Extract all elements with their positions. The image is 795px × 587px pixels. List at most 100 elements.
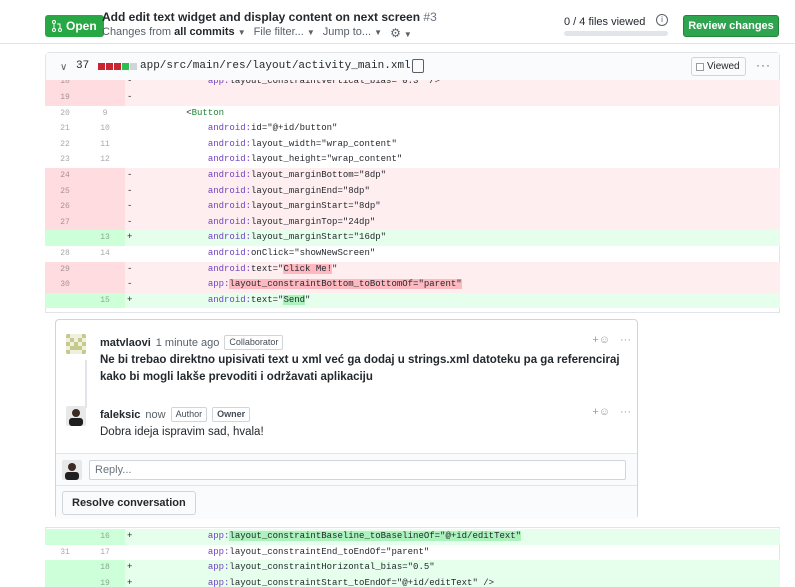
- new-line-number[interactable]: 15: [85, 292, 125, 309]
- new-line-number[interactable]: 14: [85, 245, 125, 262]
- old-line-number[interactable]: [45, 575, 85, 587]
- code-text: app:layout_constraintHorizontal_bias="0.…: [207, 562, 435, 573]
- new-line-number[interactable]: [85, 167, 125, 184]
- old-line-number[interactable]: 31: [45, 544, 85, 561]
- file-header: ∨ 37 app/src/main/res/layout/activity_ma…: [46, 53, 779, 81]
- diff-sign: [125, 137, 143, 153]
- pr-title-text: Add edit text widget and display content…: [102, 10, 421, 24]
- diffstat-block: [106, 63, 113, 70]
- diff-sign: +: [127, 562, 133, 573]
- old-line-number[interactable]: 21: [45, 121, 85, 137]
- diff-line: 20 9 <Button: [45, 105, 780, 122]
- code-text: app:layout_constraintBaseline_toBaseline…: [207, 531, 522, 541]
- diff-sign: [125, 121, 143, 137]
- new-line-number[interactable]: 18: [85, 560, 125, 576]
- chevron-down-icon[interactable]: ∨: [60, 62, 67, 73]
- viewed-checkbox[interactable]: Viewed: [691, 57, 746, 76]
- new-line-number[interactable]: [85, 183, 125, 200]
- diffstat-block: [130, 63, 137, 70]
- old-line-number[interactable]: 30: [45, 277, 85, 293]
- diff-sign: -: [127, 201, 133, 212]
- user-photo-icon: [62, 460, 82, 480]
- file-filter-label: File filter...: [253, 26, 304, 38]
- file-filter-button[interactable]: File filter... ▼: [254, 26, 315, 40]
- comment-actions: +☺ ···: [592, 334, 631, 346]
- diff-sign: [125, 106, 143, 122]
- jump-to-button[interactable]: Jump to... ▼: [323, 26, 382, 40]
- diff-sign: -: [127, 169, 133, 180]
- new-line-number[interactable]: 10: [85, 121, 125, 137]
- old-line-number[interactable]: [45, 560, 85, 576]
- smiley-icon[interactable]: +☺: [592, 334, 610, 346]
- old-line-number[interactable]: 18: [45, 80, 85, 90]
- kebab-horizontal-icon[interactable]: ···: [620, 406, 631, 418]
- clipboard-icon[interactable]: [412, 59, 424, 73]
- new-line-number[interactable]: [85, 261, 125, 278]
- comment-timestamp[interactable]: 1 minute ago: [156, 337, 220, 349]
- resolve-conversation-button[interactable]: Resolve conversation: [62, 491, 196, 515]
- diff-line: 27 - android:layout_marginTop="24dp": [45, 214, 780, 231]
- new-line-number[interactable]: 19: [85, 575, 125, 587]
- new-line-number[interactable]: 11: [85, 136, 125, 153]
- kebab-horizontal-icon[interactable]: ···: [620, 334, 631, 346]
- old-line-number[interactable]: [45, 529, 85, 545]
- reply-input[interactable]: Reply...: [89, 460, 626, 480]
- code-text: android:layout_marginEnd="8dp": [207, 185, 370, 196]
- old-line-number[interactable]: 29: [45, 261, 85, 278]
- old-line-number[interactable]: 26: [45, 199, 85, 215]
- code-text: android:layout_marginStart="8dp": [207, 201, 381, 212]
- file-path[interactable]: app/src/main/res/layout/activity_main.xm…: [140, 60, 411, 72]
- code-text: app:layout_constraintVertical_bias="0.3"…: [207, 80, 441, 86]
- identicon-icon: [66, 334, 86, 354]
- diff-sign: [125, 246, 143, 262]
- new-line-number[interactable]: [85, 199, 125, 215]
- old-line-number[interactable]: 24: [45, 167, 85, 184]
- new-line-number[interactable]: 13: [85, 230, 125, 246]
- new-line-number[interactable]: 17: [85, 544, 125, 561]
- old-line-number[interactable]: 28: [45, 245, 85, 262]
- diff-sign: -: [127, 216, 133, 227]
- new-line-number[interactable]: 16: [85, 529, 125, 545]
- checkbox-icon: [696, 62, 704, 71]
- new-line-number[interactable]: 9: [85, 105, 125, 122]
- smiley-icon[interactable]: +☺: [592, 406, 610, 418]
- diff-line: 21 10 android:id="@+id/button": [45, 121, 780, 137]
- new-line-number[interactable]: 12: [85, 152, 125, 168]
- info-icon[interactable]: i: [656, 14, 668, 26]
- diff-sign: +: [127, 294, 133, 305]
- pr-toolbar: Changes from all commits ▼ File filter..…: [102, 26, 437, 40]
- old-line-number[interactable]: [45, 230, 85, 246]
- old-line-number[interactable]: 23: [45, 152, 85, 168]
- changes-from-select[interactable]: Changes from all commits ▼: [102, 26, 246, 40]
- old-line-number[interactable]: 19: [45, 90, 85, 106]
- new-line-number[interactable]: [85, 277, 125, 293]
- resolve-row: Resolve conversation: [56, 485, 637, 519]
- old-line-number[interactable]: 27: [45, 214, 85, 231]
- settings-button[interactable]: ⚙ ▼: [390, 26, 412, 40]
- old-line-number[interactable]: 22: [45, 136, 85, 153]
- review-changes-button[interactable]: Review changes ▼: [683, 15, 779, 51]
- chevron-down-icon: ▼: [306, 28, 315, 37]
- role-badge: Owner: [212, 407, 251, 422]
- old-line-number[interactable]: 20: [45, 105, 85, 122]
- new-line-number[interactable]: [85, 214, 125, 231]
- comment-author[interactable]: matvlaovi: [100, 337, 151, 349]
- old-line-number[interactable]: 25: [45, 183, 85, 200]
- kebab-horizontal-icon[interactable]: ···: [756, 58, 771, 72]
- avatar[interactable]: [66, 406, 86, 426]
- avatar[interactable]: [66, 334, 86, 354]
- git-pull-request-icon: [52, 20, 62, 32]
- comment-header: faleksic now Author Owner: [100, 407, 251, 422]
- comment-author[interactable]: faleksic: [100, 409, 140, 421]
- chevron-down-icon: ▼: [727, 42, 735, 51]
- new-line-number[interactable]: [85, 90, 125, 106]
- diff-lines-top: 18 - app:layout_constraintVertical_bias="…: [45, 80, 780, 309]
- comment-header: matvlaovi 1 minute ago Collaborator: [100, 335, 284, 350]
- diff-line: 19 -: [45, 90, 780, 106]
- comment-body: Ne bi trebao direktno upisivati text u x…: [100, 354, 620, 383]
- new-line-number[interactable]: [85, 80, 125, 90]
- code-text: android:text="Click Me!": [207, 263, 338, 274]
- old-line-number[interactable]: [45, 292, 85, 309]
- comment-timestamp[interactable]: now: [145, 409, 165, 421]
- code-text: android:layout_marginBottom="8dp": [207, 169, 387, 180]
